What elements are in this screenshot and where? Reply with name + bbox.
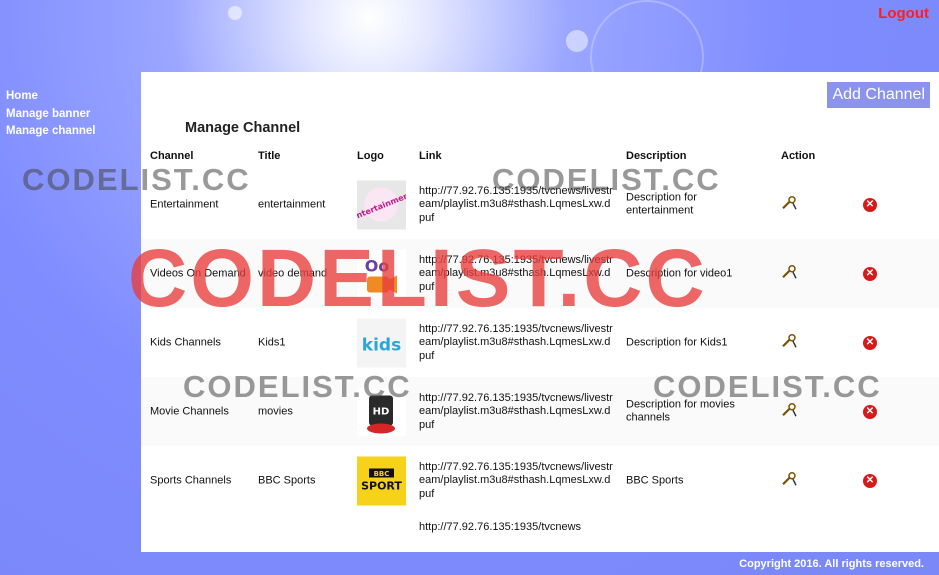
table-row: Movie Channels movies HD http://77.92.76…: [141, 377, 939, 446]
delete-x-icon[interactable]: ✕: [863, 266, 877, 281]
bbc-logo-text: BBC: [374, 470, 390, 478]
title-cell: BBC Sports: [258, 473, 316, 486]
lens-flare: [228, 6, 242, 20]
copyright-text: Copyright 2016. All rights reserved.: [739, 558, 924, 570]
hd-logo-text: HD: [373, 406, 390, 417]
table-row: Kids Channels Kids1 kids http://77.92.76…: [141, 308, 939, 377]
page-title: Manage Channel: [185, 120, 301, 136]
edit-wrench-icon[interactable]: [781, 333, 798, 353]
bbc-sport-logo: BBC SPORT: [357, 456, 406, 505]
column-header-description: Description: [626, 150, 687, 162]
hd-movie-logo: HD: [357, 387, 406, 436]
link-cell: http://77.92.76.135:1935/tvcnews/livestr…: [419, 460, 613, 500]
title-cell: entertainment: [258, 197, 326, 210]
edit-wrench-icon[interactable]: [781, 195, 798, 215]
logout-link[interactable]: Logout: [878, 5, 929, 22]
delete-x-icon[interactable]: ✕: [863, 473, 877, 488]
partial-link-cell: http://77.92.76.135:1935/tvcnews: [419, 521, 582, 533]
channel-cell: Entertainment: [150, 197, 219, 210]
title-cell: Kids1: [258, 335, 286, 348]
description-cell: Description for movies channels: [626, 398, 735, 424]
column-header-action: Action: [781, 150, 816, 162]
link-cell: http://77.92.76.135:1935/tvcnews/livestr…: [419, 253, 613, 293]
channel-cell: Kids Channels: [150, 335, 221, 348]
column-header-logo: Logo: [357, 150, 384, 162]
edit-wrench-icon[interactable]: [781, 471, 798, 491]
channel-table: Channel Title Logo Link Description Acti…: [141, 146, 939, 515]
title-cell: video demand: [258, 266, 328, 279]
table-row: Entertainment entertainment Entertainmen…: [141, 170, 939, 239]
channel-cell: Videos On Demand: [150, 266, 246, 279]
description-cell: BBC Sports: [626, 473, 684, 486]
delete-x-icon[interactable]: ✕: [863, 335, 877, 350]
vod-logo-text: Oo: [365, 256, 390, 275]
link-cell: http://77.92.76.135:1935/tvcnews/livestr…: [419, 322, 613, 362]
kids-logo-text: kids: [362, 335, 401, 355]
link-cell: http://77.92.76.135:1935/tvcnews/livestr…: [419, 391, 613, 431]
column-header-link: Link: [419, 150, 442, 162]
edit-wrench-icon[interactable]: [781, 264, 798, 284]
sidebar-item-manage-banner[interactable]: Manage banner: [6, 106, 95, 124]
link-cell: http://77.92.76.135:1935/tvcnews/livestr…: [419, 184, 613, 224]
channel-cell: Movie Channels: [150, 404, 229, 417]
table-row: Sports Channels BBC Sports BBC SPORT htt…: [141, 446, 939, 515]
add-channel-button[interactable]: Add Channel: [827, 82, 930, 108]
video-on-demand-logo: Oo: [357, 249, 406, 298]
description-cell: Description for Kids1: [626, 335, 728, 348]
entertainment-logo: Entertainment: [350, 180, 414, 229]
description-cell: Description for video1: [626, 266, 733, 279]
sidebar-item-manage-channel[interactable]: Manage channel: [6, 123, 95, 141]
sport-logo-text: SPORT: [361, 479, 402, 492]
column-header-channel: Channel: [150, 150, 194, 162]
delete-x-icon[interactable]: ✕: [863, 404, 877, 419]
edit-wrench-icon[interactable]: [781, 402, 798, 422]
sidebar: Home Manage banner Manage channel: [6, 88, 95, 141]
sidebar-item-home[interactable]: Home: [6, 88, 95, 106]
channel-cell: Sports Channels: [150, 473, 232, 486]
title-cell: movies: [258, 404, 293, 417]
description-cell: Description for entertainment: [626, 191, 697, 217]
table-row: Videos On Demand video demand Oo http://…: [141, 239, 939, 308]
main-panel: Add Channel Manage Channel Channel Title…: [141, 72, 939, 552]
kids-logo: kids: [357, 318, 406, 367]
column-header-title: Title: [258, 150, 281, 162]
table-header: Channel Title Logo Link Description Acti…: [141, 146, 939, 170]
delete-x-icon[interactable]: ✕: [863, 197, 877, 212]
lens-flare: [566, 30, 588, 52]
